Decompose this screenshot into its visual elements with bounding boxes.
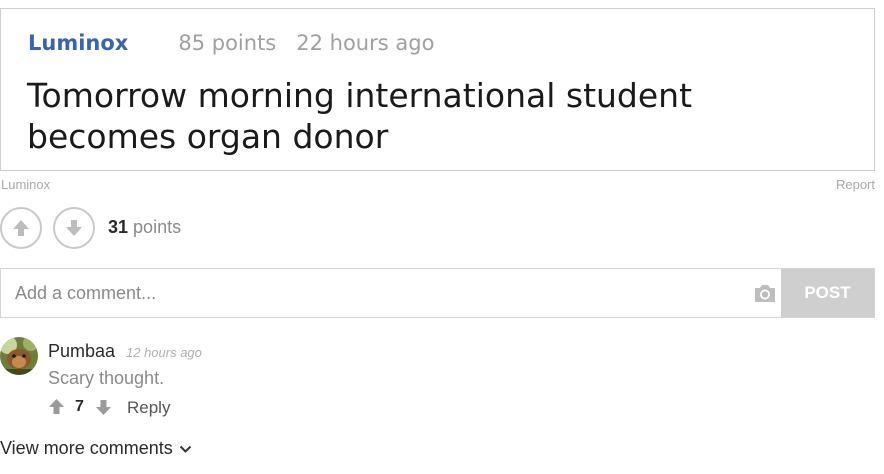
arrow-up-icon xyxy=(13,220,29,236)
post-points: 85 points xyxy=(178,31,277,55)
comment-author[interactable]: Pumbaa xyxy=(48,341,115,362)
post-time: 22 hours ago xyxy=(296,31,435,55)
source-label: Luminox xyxy=(1,177,51,192)
comment-input[interactable] xyxy=(1,269,741,317)
post-meta: Luminox 85 points 22 hours ago xyxy=(28,31,434,55)
report-link[interactable]: Report xyxy=(836,177,875,192)
comment-time: 12 hours ago xyxy=(126,345,202,360)
points-count: 31 xyxy=(108,217,129,237)
reply-button[interactable]: Reply xyxy=(127,398,170,418)
avatar[interactable] xyxy=(0,337,38,375)
view-more-label: View more comments xyxy=(0,438,173,458)
comment-downvote-icon[interactable] xyxy=(95,399,112,416)
points-display: 31 points xyxy=(108,217,181,238)
points-label: points xyxy=(133,217,182,237)
comment-text: Scary thought. xyxy=(48,368,165,388)
arrow-down-icon xyxy=(66,220,82,236)
downvote-button[interactable] xyxy=(53,207,95,249)
view-more-comments[interactable]: View more comments xyxy=(0,438,192,459)
comment-upvote-icon[interactable] xyxy=(48,398,65,415)
upvote-button[interactable] xyxy=(0,207,42,249)
post-author-link[interactable]: Luminox xyxy=(28,31,128,55)
comment-vote-count: 7 xyxy=(75,398,84,415)
camera-icon[interactable] xyxy=(753,283,777,303)
post-comment-button[interactable]: POST xyxy=(781,269,874,317)
chevron-down-icon xyxy=(179,445,191,453)
post-title[interactable]: Tomorrow morning international student b… xyxy=(27,75,827,157)
post-card: Luminox 85 points 22 hours ago Tomorrow mo… xyxy=(0,8,875,171)
comment-form: POST xyxy=(0,268,875,318)
